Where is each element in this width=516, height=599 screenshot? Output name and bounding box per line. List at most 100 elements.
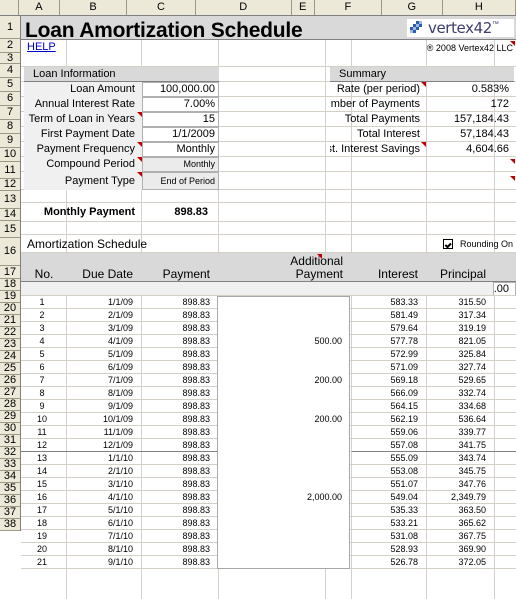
loan-field-comment-2[interactable]: [137, 112, 142, 117]
row-6-no: 6: [39, 362, 45, 372]
row-17-interest: 535.33: [390, 505, 418, 515]
row-header-8[interactable]: 8: [0, 120, 20, 134]
row-header-22[interactable]: 22: [0, 327, 20, 339]
row-header-7[interactable]: 7: [0, 106, 20, 120]
row-11-balance: 95,499.86: [495, 426, 516, 439]
row-7-additional-payment[interactable]: 200.00: [219, 374, 345, 387]
row-4-payment: 898.83: [182, 336, 210, 346]
column-header-g[interactable]: G: [381, 0, 443, 15]
row-19-payment: 898.83: [182, 531, 210, 541]
summary-comment-4[interactable]: [421, 142, 426, 147]
row-header-14[interactable]: 14: [0, 209, 20, 221]
row-3-interest: 579.64: [390, 323, 418, 333]
opening-balance-cell: 100,000.00: [493, 282, 516, 296]
row-header-25[interactable]: 25: [0, 363, 20, 375]
row-header-1[interactable]: 1: [0, 16, 20, 39]
summary-extra-comment-2[interactable]: [510, 176, 515, 181]
row-header-11[interactable]: 11: [0, 162, 20, 179]
row-header-37[interactable]: 37: [0, 507, 20, 519]
row-header-23[interactable]: 23: [0, 339, 20, 351]
row-header-4[interactable]: 4: [0, 64, 20, 78]
row-10-additional-payment[interactable]: 200.00: [219, 413, 345, 426]
row-4-additional-payment[interactable]: 500.00: [219, 335, 345, 348]
row-header-38[interactable]: 38: [0, 519, 20, 531]
row-header-5[interactable]: 5: [0, 78, 20, 92]
row-10-balance: 95,839.63: [495, 413, 516, 426]
header-additional-payment-line1: Additional: [290, 254, 343, 267]
row-2-principal: 317.34: [458, 310, 486, 320]
row-header-31[interactable]: 31: [0, 435, 20, 447]
column-header-a[interactable]: A: [18, 0, 61, 15]
row-header-34[interactable]: 34: [0, 471, 20, 483]
row-17-balance: 91,407.57: [495, 504, 516, 517]
column-header-h[interactable]: H: [442, 0, 516, 15]
row-header-35[interactable]: 35: [0, 483, 20, 495]
row-2-interest: 581.49: [390, 310, 418, 320]
loan-field-comment-5[interactable]: [137, 157, 142, 162]
row-header-29[interactable]: 29: [0, 411, 20, 423]
row-header-10[interactable]: 10: [0, 148, 20, 162]
row-header-30[interactable]: 30: [0, 423, 20, 435]
summary-value-4: 4,604.66: [466, 143, 509, 155]
row-header-28[interactable]: 28: [0, 399, 20, 411]
loan-field-value-3: 1/1/2009: [172, 128, 215, 140]
row-header-3[interactable]: 3: [0, 53, 20, 64]
header-balance: Balance: [495, 267, 516, 281]
rounding-on-checkbox[interactable]: [443, 239, 453, 249]
select-all-corner[interactable]: [0, 0, 19, 15]
row-10-interest: 562.19: [390, 414, 418, 424]
row-header-19[interactable]: 19: [0, 291, 20, 303]
row-header-17[interactable]: 17: [0, 266, 20, 279]
row-header-36[interactable]: 36: [0, 495, 20, 507]
row-1-due-date: 1/1/09: [107, 297, 133, 307]
row-17-due-date: 5/1/10: [107, 505, 133, 515]
summary-extra-comment-1[interactable]: [510, 159, 515, 164]
row-4-interest: 577.78: [390, 336, 418, 346]
help-link[interactable]: HELP: [24, 40, 84, 55]
loan-field-comment-6[interactable]: [137, 172, 142, 177]
column-header-c[interactable]: C: [127, 0, 196, 15]
row-header-27[interactable]: 27: [0, 387, 20, 399]
row-header-21[interactable]: 21: [0, 315, 20, 327]
row-header-24[interactable]: 24: [0, 351, 20, 363]
header-due-date: Due Date: [82, 267, 133, 281]
row-13-due-date: 1/1/10: [107, 453, 133, 463]
loan-field-input-5[interactable]: Monthly: [142, 157, 219, 172]
column-header-e[interactable]: E: [291, 0, 315, 15]
row-header-16[interactable]: 16: [0, 238, 20, 266]
loan-field-input-4[interactable]: Monthly: [142, 142, 219, 157]
row-header-20[interactable]: 20: [0, 303, 20, 315]
row-header-9[interactable]: 9: [0, 134, 20, 148]
row-11-due-date: 11/1/09: [103, 427, 133, 437]
row-header-6[interactable]: 6: [0, 92, 20, 106]
row-header-2[interactable]: 2: [0, 39, 20, 53]
column-header-f[interactable]: F: [314, 0, 382, 15]
row-6-interest: 571.09: [390, 362, 418, 372]
loan-field-input-0[interactable]: 100,000.00: [142, 82, 219, 97]
row-6-principal: 327.74: [458, 362, 486, 372]
loan-field-value-5: Monthly: [183, 159, 215, 169]
row-header-26[interactable]: 26: [0, 375, 20, 387]
column-header-d[interactable]: D: [195, 0, 292, 15]
summary-comment-0[interactable]: [421, 82, 426, 87]
row-header-32[interactable]: 32: [0, 447, 20, 459]
loan-field-input-2[interactable]: 15: [142, 112, 219, 127]
row-header-33[interactable]: 33: [0, 459, 20, 471]
row-header-15[interactable]: 15: [0, 221, 20, 238]
row-header-13[interactable]: 13: [0, 191, 20, 209]
row-14-due-date: 2/1/10: [107, 466, 133, 476]
loan-field-comment-4[interactable]: [137, 142, 142, 147]
loan-field-input-6[interactable]: End of Period: [142, 172, 219, 190]
row-7-balance: 97,043.69: [495, 374, 516, 387]
row-header-12[interactable]: 12: [0, 179, 20, 191]
row-header-18[interactable]: 18: [0, 279, 20, 291]
column-header-b[interactable]: B: [60, 0, 128, 15]
summary-value-1: 172: [490, 98, 509, 110]
loan-field-input-3[interactable]: 1/1/2009: [142, 127, 219, 142]
row-16-additional-payment[interactable]: 2,000.00: [219, 491, 345, 504]
rounding-on-label: Rounding On: [460, 238, 514, 249]
loan-field-input-1[interactable]: 7.00%: [142, 97, 219, 112]
copyright-comment-marker[interactable]: [510, 41, 515, 46]
row-15-payment: 898.83: [182, 479, 210, 489]
additional-payment-comment-marker[interactable]: [317, 254, 322, 259]
